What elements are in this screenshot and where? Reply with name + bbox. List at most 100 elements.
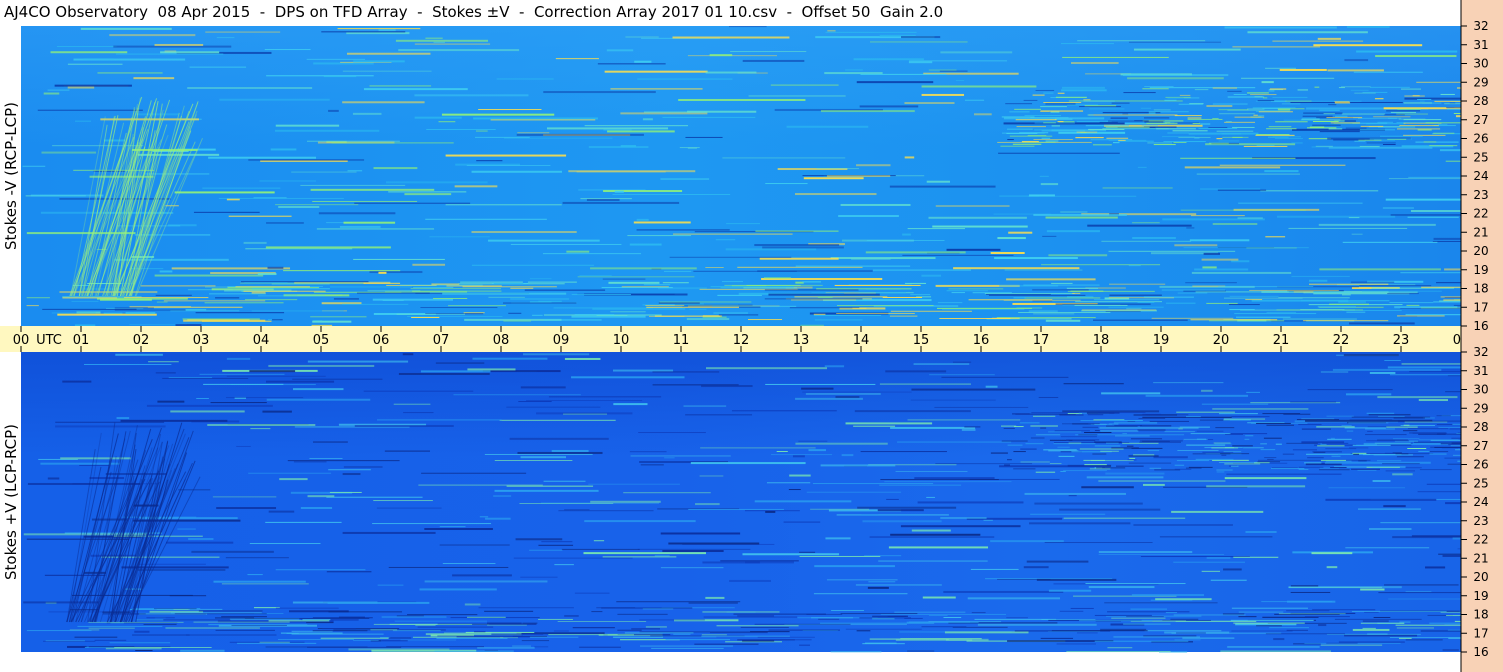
lower-activity [1068,442,1082,444]
lower-low-band [906,621,979,623]
upper-streak [503,320,532,322]
lower-streak [720,560,799,562]
upper-activity [1122,113,1129,115]
lower-streak [1387,366,1461,369]
lower-activity [1048,431,1082,433]
upper-streak [636,218,649,221]
lower-freq-tick-label: 17 [1473,626,1488,640]
lower-low-band [929,614,948,616]
lower-low-band [146,617,175,619]
lower-activity [1183,438,1208,440]
upper-activity [1380,135,1423,137]
upper-low-band [802,281,822,283]
lower-freq-tick-label: 18 [1473,608,1488,622]
upper-streak [1072,292,1081,294]
lower-streak [1380,522,1461,524]
upper-low-band [941,308,1025,310]
lower-streak [1098,480,1226,482]
lower-low-band [392,630,441,632]
upper-activity [1285,100,1312,102]
upper-activity [1148,111,1189,113]
lower-streak [593,540,605,542]
lower-streak [1201,403,1269,405]
lower-activity [1115,435,1150,437]
lower-streak [548,396,662,398]
upper-activity [1275,138,1303,140]
upper-streak [488,239,600,242]
lower-low-band [88,627,135,629]
upper-low-band [659,301,752,303]
upper-streak [721,281,744,283]
lower-activity [1178,428,1183,430]
lower-low-band [1367,633,1388,635]
time-tick-label: 21 [1273,333,1290,348]
upper-low-band [1126,308,1142,310]
lower-streak [895,470,968,472]
upper-streak [454,185,498,188]
lower-streak [701,385,753,388]
upper-streak [1060,43,1115,45]
lower-streak [1062,410,1160,413]
upper-activity [1111,102,1130,104]
lower-streak [1006,617,1028,619]
upper-streak [131,148,198,151]
upper-low-band [532,314,543,316]
lower-activity [1320,459,1346,461]
upper-low-band [890,310,972,312]
upper-streak [1191,271,1292,274]
upper-streak [762,246,844,249]
upper-streak [755,230,839,232]
upper-streak [1006,278,1096,281]
lower-streak [1307,389,1393,391]
upper-activity [1123,92,1156,94]
upper-activity [1397,108,1421,110]
lower-activity [1298,468,1309,470]
upper-activity [1366,123,1406,125]
upper-low-band [836,305,934,307]
upper-activity [1040,106,1067,108]
lower-activity [1260,449,1276,451]
upper-streak [1217,189,1267,191]
upper-low-band [702,316,727,318]
upper-streak [471,264,595,266]
lower-streak [55,425,166,428]
upper-low-band [215,297,240,299]
lower-streak [212,496,277,498]
lower-streak [1384,359,1401,361]
lower-activity [1082,426,1099,428]
upper-activity [1386,110,1421,112]
lower-streak [472,357,548,360]
upper-streak [964,99,985,101]
lower-streak [1026,560,1089,563]
lower-low-band [639,619,705,621]
lower-activity [1404,421,1448,423]
lower-freq-tick-label: 19 [1473,589,1488,603]
lower-low-band [415,624,436,626]
upper-low-band [310,316,367,318]
lower-low-band [799,644,810,646]
lower-activity [1320,443,1327,445]
upper-activity [1433,132,1455,134]
upper-streak [730,51,807,53]
upper-streak [50,51,128,54]
upper-streak [1190,215,1245,217]
upper-streak [331,142,454,144]
lower-streak [520,386,566,389]
upper-streak [1122,74,1229,77]
upper-activity [1144,86,1174,88]
lower-low-band [1286,629,1308,631]
upper-streak [109,34,196,37]
lower-activity [1138,417,1166,419]
lower-streak [1345,547,1430,549]
upper-streak [160,51,220,54]
upper-activity [1403,102,1432,104]
upper-low-band [1161,289,1226,291]
upper-activity [1323,113,1335,115]
lower-streak [564,357,601,360]
lower-activity [1164,431,1195,433]
upper-streak [510,243,622,245]
lower-activity [1188,466,1213,468]
upper-activity [1250,94,1277,96]
upper-activity [1234,116,1265,118]
lower-low-band [1233,622,1305,624]
